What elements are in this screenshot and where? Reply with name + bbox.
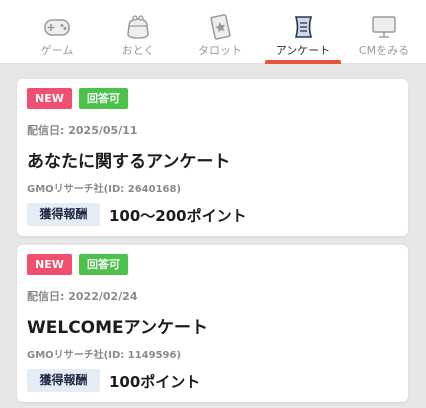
tarot-card-icon <box>205 14 235 40</box>
active-tab-indicator <box>265 60 341 64</box>
survey-title: WELCOMEアンケート <box>27 318 208 338</box>
answerable-badge: 回答可 <box>79 254 128 275</box>
survey-card[interactable]: NEW 回答可 配信日: 2025/05/11 あなたに関するアンケート GMO… <box>17 79 408 236</box>
tab-game[interactable]: ゲーム <box>17 0 97 64</box>
tab-label: ゲーム <box>40 44 74 57</box>
game-controller-icon <box>42 14 72 40</box>
survey-title: あなたに関するアンケート <box>27 152 231 172</box>
tab-label: アンケート <box>275 44 331 57</box>
tab-watch-cm[interactable]: CMをみる <box>344 0 424 64</box>
tab-tarot[interactable]: タロット <box>180 0 260 64</box>
coin-purse-icon <box>123 14 153 40</box>
answerable-badge: 回答可 <box>79 88 128 109</box>
tab-bar: ゲーム おとく タロット アンケート CMをみる <box>0 0 426 64</box>
new-badge: NEW <box>27 254 72 275</box>
delivery-date: 配信日: 2025/05/11 <box>27 124 138 137</box>
reward-label: 獲得報酬 <box>27 369 100 392</box>
survey-company: GMOリサーチ社(ID: 1149596) <box>27 350 182 361</box>
survey-company: GMOリサーチ社(ID: 2640168) <box>27 184 182 195</box>
delivery-date: 配信日: 2022/02/24 <box>27 290 138 303</box>
reward-value: 100ポイント <box>109 373 201 391</box>
tab-deals[interactable]: おとく <box>98 0 178 64</box>
survey-card[interactable]: NEW 回答可 配信日: 2022/02/24 WELCOMEアンケート GMO… <box>17 245 408 402</box>
monitor-icon <box>369 14 399 40</box>
tab-survey[interactable]: アンケート <box>263 0 343 64</box>
reward-label: 獲得報酬 <box>27 203 100 226</box>
tab-label: おとく <box>121 44 155 57</box>
new-badge: NEW <box>27 88 72 109</box>
survey-scroll-icon <box>288 14 318 40</box>
reward-value: 100〜200ポイント <box>109 207 247 225</box>
tab-label: タロット <box>198 44 242 57</box>
tab-label: CMをみる <box>358 44 410 57</box>
